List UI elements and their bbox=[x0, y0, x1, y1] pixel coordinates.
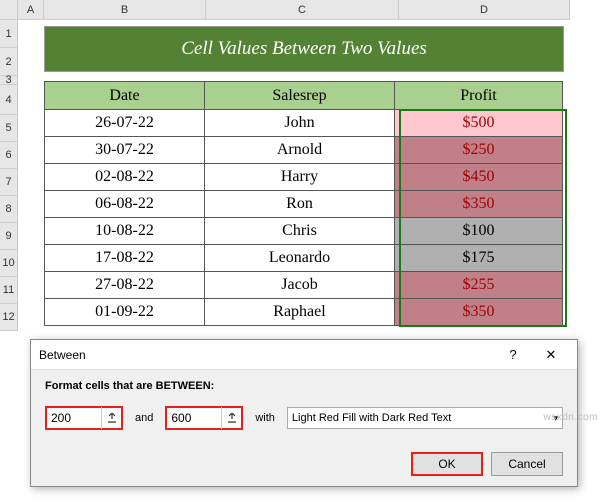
dialog-input-row: and with Light Red Fill with Dark Red Te… bbox=[45, 406, 563, 430]
row-header-11[interactable]: 11 bbox=[0, 277, 18, 304]
cell-date[interactable]: 26-07-22 bbox=[45, 110, 205, 137]
table-row: 30-07-22Arnold$250 bbox=[45, 137, 563, 164]
table-row: 06-08-22Ron$350 bbox=[45, 191, 563, 218]
row-header-9[interactable]: 9 bbox=[0, 223, 18, 250]
cell-salesrep[interactable]: Raphael bbox=[205, 299, 395, 326]
dialog-body: Format cells that are BETWEEN: and with … bbox=[31, 370, 577, 440]
upper-bound-box bbox=[165, 406, 243, 430]
cell-date[interactable]: 30-07-22 bbox=[45, 137, 205, 164]
row-header-10[interactable]: 10 bbox=[0, 250, 18, 277]
watermark: wsxdn.com bbox=[543, 412, 598, 423]
cell-profit[interactable]: $450 bbox=[395, 164, 563, 191]
row-header-12[interactable]: 12 bbox=[0, 304, 18, 331]
cell-salesrep[interactable]: Harry bbox=[205, 164, 395, 191]
close-button[interactable]: ✕ bbox=[533, 343, 569, 367]
ok-button[interactable]: OK bbox=[411, 452, 483, 476]
between-dialog: Between ? ✕ Format cells that are BETWEE… bbox=[30, 339, 578, 487]
cell-date[interactable]: 02-08-22 bbox=[45, 164, 205, 191]
cell-date[interactable]: 01-09-22 bbox=[45, 299, 205, 326]
header-date[interactable]: Date bbox=[45, 82, 205, 110]
cell-profit[interactable]: $100 bbox=[395, 218, 563, 245]
format-dropdown-value: Light Red Fill with Dark Red Text bbox=[292, 412, 451, 424]
format-dropdown[interactable]: Light Red Fill with Dark Red Text ▾ bbox=[287, 407, 563, 429]
range-picker-icon[interactable] bbox=[101, 407, 121, 429]
dialog-footer: OK Cancel bbox=[411, 452, 563, 476]
column-header-d[interactable]: D bbox=[399, 0, 570, 20]
cell-profit[interactable]: $500 bbox=[395, 110, 563, 137]
and-label: and bbox=[129, 412, 159, 424]
cell-profit[interactable]: $350 bbox=[395, 299, 563, 326]
lower-bound-input[interactable] bbox=[47, 409, 101, 427]
cell-salesrep[interactable]: Ron bbox=[205, 191, 395, 218]
cell-salesrep[interactable]: Arnold bbox=[205, 137, 395, 164]
title-merged-cell[interactable]: Cell Values Between Two Values bbox=[44, 26, 564, 72]
row-header-2[interactable]: 2 bbox=[0, 48, 18, 76]
table-row: 17-08-22Leonardo$175 bbox=[45, 245, 563, 272]
dialog-instruction: Format cells that are BETWEEN: bbox=[45, 380, 563, 392]
dialog-titlebar[interactable]: Between ? ✕ bbox=[31, 340, 577, 370]
upper-bound-input[interactable] bbox=[167, 409, 221, 427]
table-row: 01-09-22Raphael$350 bbox=[45, 299, 563, 326]
cell-salesrep[interactable]: Jacob bbox=[205, 272, 395, 299]
table-row: 10-08-22Chris$100 bbox=[45, 218, 563, 245]
cell-profit[interactable]: $255 bbox=[395, 272, 563, 299]
header-profit[interactable]: Profit bbox=[395, 82, 563, 110]
row-header-3[interactable]: 3 bbox=[0, 76, 18, 85]
cell-profit[interactable]: $350 bbox=[395, 191, 563, 218]
lower-bound-box bbox=[45, 406, 123, 430]
column-header-b[interactable]: B bbox=[44, 0, 206, 20]
header-salesrep[interactable]: Salesrep bbox=[205, 82, 395, 110]
row-header-7[interactable]: 7 bbox=[0, 169, 18, 196]
row-headers: 123456789101112 bbox=[0, 20, 18, 331]
data-table: Date Salesrep Profit 26-07-22John$50030-… bbox=[44, 81, 563, 326]
table-row: 27-08-22Jacob$255 bbox=[45, 272, 563, 299]
cell-salesrep[interactable]: Chris bbox=[205, 218, 395, 245]
row-header-5[interactable]: 5 bbox=[0, 115, 18, 142]
cell-profit[interactable]: $175 bbox=[395, 245, 563, 272]
column-headers: ABCD bbox=[18, 0, 570, 20]
table-row: 02-08-22Harry$450 bbox=[45, 164, 563, 191]
row-header-6[interactable]: 6 bbox=[0, 142, 18, 169]
cell-date[interactable]: 17-08-22 bbox=[45, 245, 205, 272]
cell-salesrep[interactable]: Leonardo bbox=[205, 245, 395, 272]
dialog-title-text: Between bbox=[39, 348, 493, 362]
cell-date[interactable]: 27-08-22 bbox=[45, 272, 205, 299]
help-button[interactable]: ? bbox=[495, 343, 531, 367]
cell-salesrep[interactable]: John bbox=[205, 110, 395, 137]
cell-date[interactable]: 06-08-22 bbox=[45, 191, 205, 218]
cell-profit[interactable]: $250 bbox=[395, 137, 563, 164]
cell-date[interactable]: 10-08-22 bbox=[45, 218, 205, 245]
header-row: Date Salesrep Profit bbox=[45, 82, 563, 110]
cancel-button[interactable]: Cancel bbox=[491, 452, 563, 476]
column-header-c[interactable]: C bbox=[206, 0, 399, 20]
table-row: 26-07-22John$500 bbox=[45, 110, 563, 137]
row-header-8[interactable]: 8 bbox=[0, 196, 18, 223]
select-all-corner[interactable] bbox=[0, 0, 18, 20]
with-label: with bbox=[249, 412, 281, 424]
column-header-a[interactable]: A bbox=[18, 0, 44, 20]
row-header-4[interactable]: 4 bbox=[0, 85, 18, 115]
range-picker-icon[interactable] bbox=[221, 407, 241, 429]
row-header-1[interactable]: 1 bbox=[0, 20, 18, 48]
